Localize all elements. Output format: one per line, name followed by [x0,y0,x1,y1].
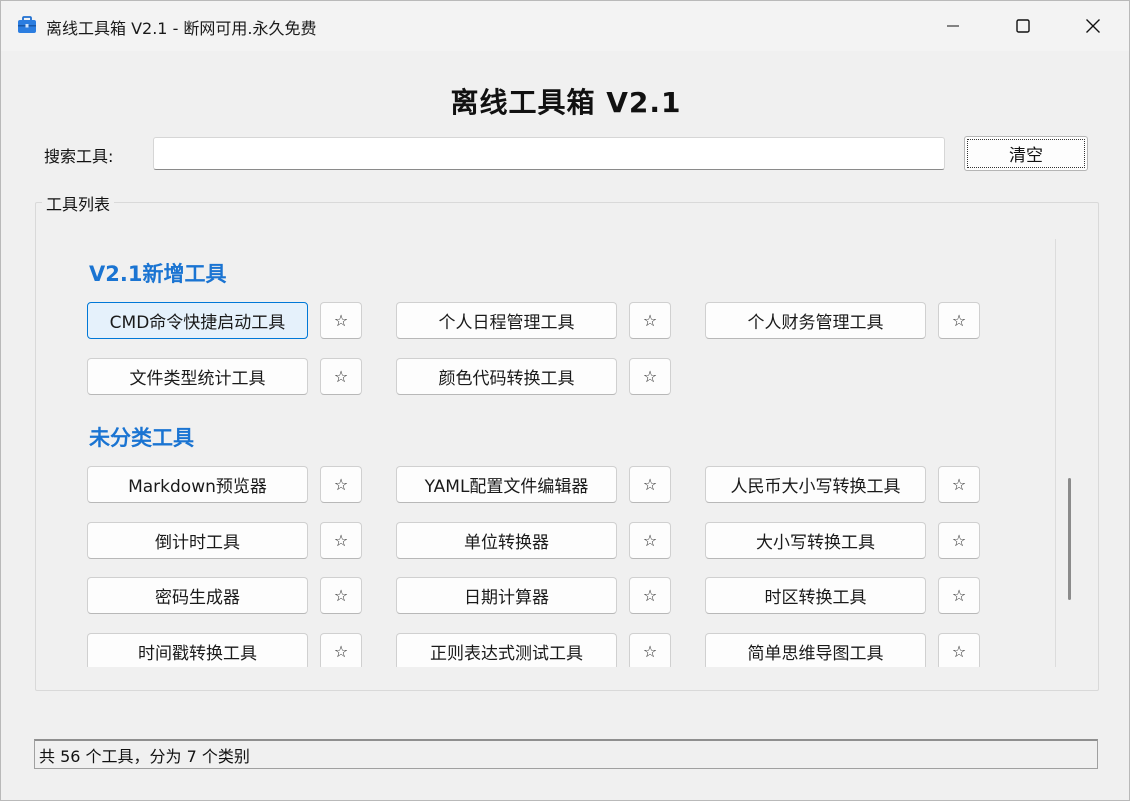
favorite-star-button[interactable]: ☆ [629,466,671,503]
app-window: 离线工具箱 V2.1 - 断网可用.永久免费 离线工具箱 V2.1 搜索工具: … [0,0,1130,801]
tool-button-finance[interactable]: 个人财务管理工具 [705,302,926,339]
category-heading-new: V2.1新增工具 [89,262,227,286]
star-icon: ☆ [333,586,349,605]
search-input[interactable] [153,137,945,170]
minimize-icon [947,25,959,27]
star-icon: ☆ [642,642,658,661]
star-icon: ☆ [642,311,658,330]
star-icon: ☆ [951,642,967,661]
tool-button-rmb-converter[interactable]: 人民币大小写转换工具 [705,466,926,503]
tool-button-file-type-stats[interactable]: 文件类型统计工具 [87,358,308,395]
tool-button-case-converter[interactable]: 大小写转换工具 [705,522,926,559]
close-icon [1086,19,1100,33]
favorite-star-button[interactable]: ☆ [629,358,671,395]
tool-button-unit-converter[interactable]: 单位转换器 [396,522,617,559]
tool-button-markdown-preview[interactable]: Markdown预览器 [87,466,308,503]
maximize-button[interactable] [988,1,1058,51]
favorite-star-button[interactable]: ☆ [320,577,362,614]
tool-button-regex-tester[interactable]: 正则表达式测试工具 [396,633,617,667]
tool-list-title: 工具列表 [42,191,115,215]
star-icon: ☆ [642,531,658,550]
tool-button-cmd-launcher[interactable]: CMD命令快捷启动工具 [87,302,308,339]
favorite-star-button[interactable]: ☆ [629,522,671,559]
favorite-star-button[interactable]: ☆ [320,466,362,503]
star-icon: ☆ [951,475,967,494]
favorite-star-button[interactable]: ☆ [938,302,980,339]
close-window-button[interactable] [1058,1,1128,51]
tool-button-password-generator[interactable]: 密码生成器 [87,577,308,614]
app-heading: 离线工具箱 V2.1 [450,86,682,119]
tool-button-timezone-converter[interactable]: 时区转换工具 [705,577,926,614]
title-bar[interactable]: 离线工具箱 V2.1 - 断网可用.永久免费 [1,1,1129,51]
scroll-divider [1055,239,1056,667]
favorite-star-button[interactable]: ☆ [320,633,362,667]
maximize-icon [1016,19,1030,33]
toolbox-icon [18,16,36,33]
scrollbar-thumb[interactable] [1068,478,1071,600]
tool-button-yaml-editor[interactable]: YAML配置文件编辑器 [396,466,617,503]
star-icon: ☆ [642,586,658,605]
star-icon: ☆ [333,642,349,661]
tool-button-color-code[interactable]: 颜色代码转换工具 [396,358,617,395]
star-icon: ☆ [333,475,349,494]
tool-list-scroll-area[interactable]: V2.1新增工具 CMD命令快捷启动工具 ☆ 个人日程管理工具 ☆ 个人财务管理… [37,239,1055,667]
tool-button-mind-map[interactable]: 简单思维导图工具 [705,633,926,667]
star-icon: ☆ [642,475,658,494]
window-title: 离线工具箱 V2.1 - 断网可用.永久免费 [46,19,317,38]
favorite-star-button[interactable]: ☆ [629,302,671,339]
star-icon: ☆ [333,531,349,550]
minimize-button[interactable] [918,1,988,51]
favorite-star-button[interactable]: ☆ [938,577,980,614]
favorite-star-button[interactable]: ☆ [320,522,362,559]
star-icon: ☆ [333,367,349,386]
tool-button-date-calculator[interactable]: 日期计算器 [396,577,617,614]
star-icon: ☆ [951,531,967,550]
star-icon: ☆ [642,367,658,386]
favorite-star-button[interactable]: ☆ [938,466,980,503]
status-text: 共 56 个工具，分为 7 个类别 [39,746,250,766]
category-heading-uncategorized: 未分类工具 [89,426,194,450]
favorite-star-button[interactable]: ☆ [629,633,671,667]
favorite-star-button[interactable]: ☆ [320,358,362,395]
favorite-star-button[interactable]: ☆ [938,633,980,667]
star-icon: ☆ [951,311,967,330]
favorite-star-button[interactable]: ☆ [629,577,671,614]
favorite-star-button[interactable]: ☆ [320,302,362,339]
status-bar: 共 56 个工具，分为 7 个类别 [34,739,1098,769]
clear-button[interactable]: 清空 [964,136,1088,171]
search-label: 搜索工具: [44,147,114,166]
tool-button-countdown[interactable]: 倒计时工具 [87,522,308,559]
star-icon: ☆ [951,586,967,605]
tool-button-schedule[interactable]: 个人日程管理工具 [396,302,617,339]
tool-button-timestamp-converter[interactable]: 时间戳转换工具 [87,633,308,667]
star-icon: ☆ [333,311,349,330]
favorite-star-button[interactable]: ☆ [938,522,980,559]
